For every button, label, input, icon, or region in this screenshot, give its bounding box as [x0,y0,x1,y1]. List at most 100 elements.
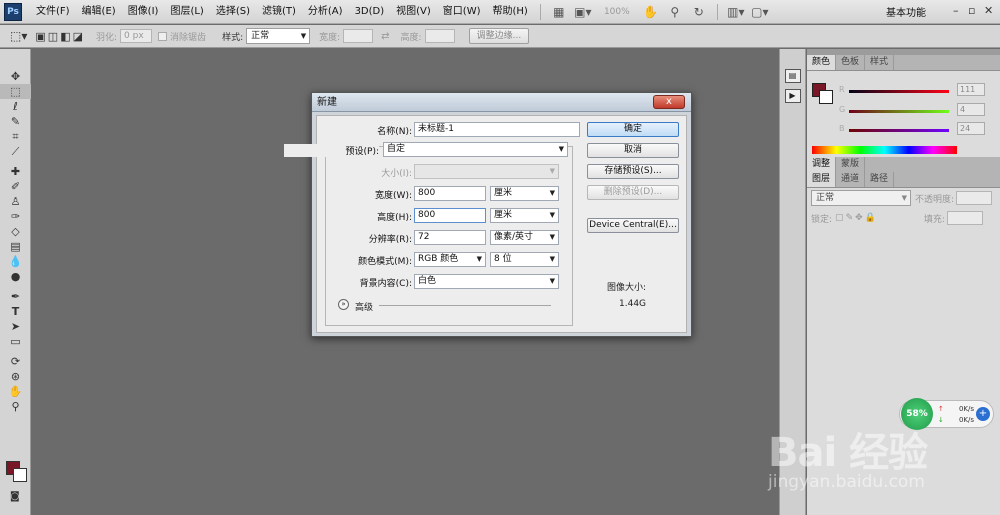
shape-tool-icon[interactable]: ▭ [0,334,31,349]
rotate-view-icon[interactable]: ↻ [690,4,708,20]
opacity-input[interactable] [956,191,993,205]
width-input[interactable]: 800 [414,186,486,201]
menu-file[interactable]: 文件(F) [30,0,76,24]
intersect-selection-icon[interactable]: ◪ [73,30,83,43]
preset-select[interactable]: 自定 ▼ [383,142,568,157]
refine-edge-button[interactable]: 调整边缘... [468,28,530,44]
lock-all-icon[interactable]: 🔒 [865,213,876,223]
height-input[interactable]: 800 [414,208,486,223]
blur-tool-icon[interactable]: 💧 [0,254,31,269]
bit-depth-select[interactable]: 8 位 ▼ [490,252,559,267]
blue-value[interactable]: 24 [957,122,985,135]
history-panel-icon[interactable]: ▤ [784,69,801,83]
hand-tool-icon[interactable]: ✋ [642,4,660,20]
rect-marquee-tool-icon[interactable]: ⬚ [0,84,31,99]
blue-slider[interactable] [849,129,949,132]
blend-mode-select[interactable]: 正常 ▼ [811,190,911,206]
name-input[interactable]: 未标题-1 [414,122,580,137]
3d-orbit-tool-icon[interactable]: ⊛ [0,369,31,384]
delete-preset-button[interactable]: 删除预设(D)... [587,185,679,200]
quick-select-tool-icon[interactable]: ✎ [0,114,31,129]
lock-position-icon[interactable]: ✥ [855,213,863,223]
antialias-checkbox[interactable] [158,31,168,41]
tab-layers[interactable]: 图层 [807,172,837,187]
style-select[interactable]: 正常 ▼ [246,28,311,44]
zoom-level[interactable]: 100% [595,4,639,20]
type-tool-icon[interactable]: T [0,304,31,319]
screen-mode-2-icon[interactable]: ▢▾ [751,4,769,20]
close-icon[interactable]: ✕ [984,4,993,17]
resolution-unit-select[interactable]: 像素/英寸 ▼ [490,230,559,245]
menu-view[interactable]: 视图(V) [390,0,437,24]
dialog-close-button[interactable]: x [653,95,685,109]
color-mode-select[interactable]: RGB 颜色 ▼ [414,252,486,267]
quick-mask-icon[interactable]: ◙ [10,491,20,502]
fill-input[interactable] [946,211,983,225]
menu-image[interactable]: 图像(I) [122,0,165,24]
height-unit-select[interactable]: 厘米 ▼ [490,208,559,223]
menu-layer[interactable]: 图层(L) [164,0,209,24]
feather-input[interactable]: 0 px [120,29,153,43]
tab-swatches[interactable]: 色板 [836,55,866,70]
actions-panel-icon[interactable]: ▶ [784,89,801,103]
advanced-label[interactable]: 高级 [355,300,373,313]
resolution-input[interactable]: 72 [414,230,486,245]
ok-button[interactable]: 确定 [587,122,679,137]
workspace-switcher[interactable]: 基本功能 [886,4,926,19]
healing-brush-tool-icon[interactable]: ✚ [0,164,31,179]
eraser-tool-icon[interactable]: ◇ [0,224,31,239]
tab-styles[interactable]: 样式 [865,55,895,70]
marquee-preset-icon[interactable]: ⬚▾ [10,29,27,43]
3d-rotate-tool-icon[interactable]: ⟳ [0,354,31,369]
green-value[interactable]: 4 [957,103,985,116]
dodge-tool-icon[interactable]: ● [0,269,31,284]
screen-mode-icon[interactable]: ▣▾ [574,4,592,20]
color-spectrum-bar[interactable] [812,146,957,154]
menu-analysis[interactable]: 分析(A) [302,0,349,24]
zoom-tool-icon[interactable]: ⚲ [666,4,684,20]
crop-tool-icon[interactable]: ⌗ [0,129,31,144]
green-slider[interactable] [849,110,949,113]
pen-tool-icon[interactable]: ✒ [0,289,31,304]
subtract-selection-icon[interactable]: ◧ [60,30,70,43]
red-value[interactable]: 111 [957,83,985,96]
restore-icon[interactable]: ▫ [968,4,975,17]
gradient-tool-icon[interactable]: ▤ [0,239,31,254]
move-tool-icon[interactable]: ✥ [0,69,31,84]
size-select[interactable]: ▼ [414,164,559,179]
clone-stamp-tool-icon[interactable]: ♙ [0,194,31,209]
tab-adjustments[interactable]: 调整 [807,157,837,172]
swap-icon[interactable]: ⇄ [381,31,389,42]
tab-color[interactable]: 颜色 [807,55,837,70]
lock-image-icon[interactable]: ✎ [846,213,854,223]
cancel-button[interactable]: 取消 [587,143,679,158]
menu-edit[interactable]: 编辑(E) [76,0,122,24]
menu-filter[interactable]: 滤镜(T) [256,0,302,24]
tab-channels[interactable]: 通道 [836,172,866,187]
tab-masks[interactable]: 蒙版 [836,157,866,172]
save-preset-button[interactable]: 存储预设(S)... [587,164,679,179]
panel-background-swatch[interactable] [819,90,833,104]
accelerate-icon[interactable]: + [976,407,990,421]
path-select-tool-icon[interactable]: ➤ [0,319,31,334]
advanced-expand-icon[interactable]: » [338,299,349,310]
eyedropper-tool-icon[interactable]: ⟋ [0,144,31,159]
hand-tool-icon[interactable]: ✋ [0,384,31,399]
menu-3d[interactable]: 3D(D) [349,0,391,24]
arrange-documents-icon[interactable]: ▥▾ [727,4,745,20]
new-selection-icon[interactable]: ▣ [35,30,45,43]
minimize-icon[interactable]: – [953,4,959,17]
device-central-button[interactable]: Device Central(E)... [587,218,679,233]
add-selection-icon[interactable]: ◫ [48,30,58,43]
zoom-tool-icon[interactable]: ⚲ [0,399,31,414]
background-color-swatch[interactable] [13,468,27,482]
lock-transparent-icon[interactable]: ▢ [835,213,844,223]
menu-help[interactable]: 帮助(H) [487,0,534,24]
width-input[interactable] [343,29,374,43]
height-input[interactable] [424,29,455,43]
bg-contents-select[interactable]: 白色 ▼ [414,274,559,289]
bridge-icon[interactable]: ▦ [550,4,568,20]
menu-window[interactable]: 窗口(W) [437,0,487,24]
lasso-tool-icon[interactable]: ℓ [0,99,31,114]
red-slider[interactable] [849,90,949,93]
